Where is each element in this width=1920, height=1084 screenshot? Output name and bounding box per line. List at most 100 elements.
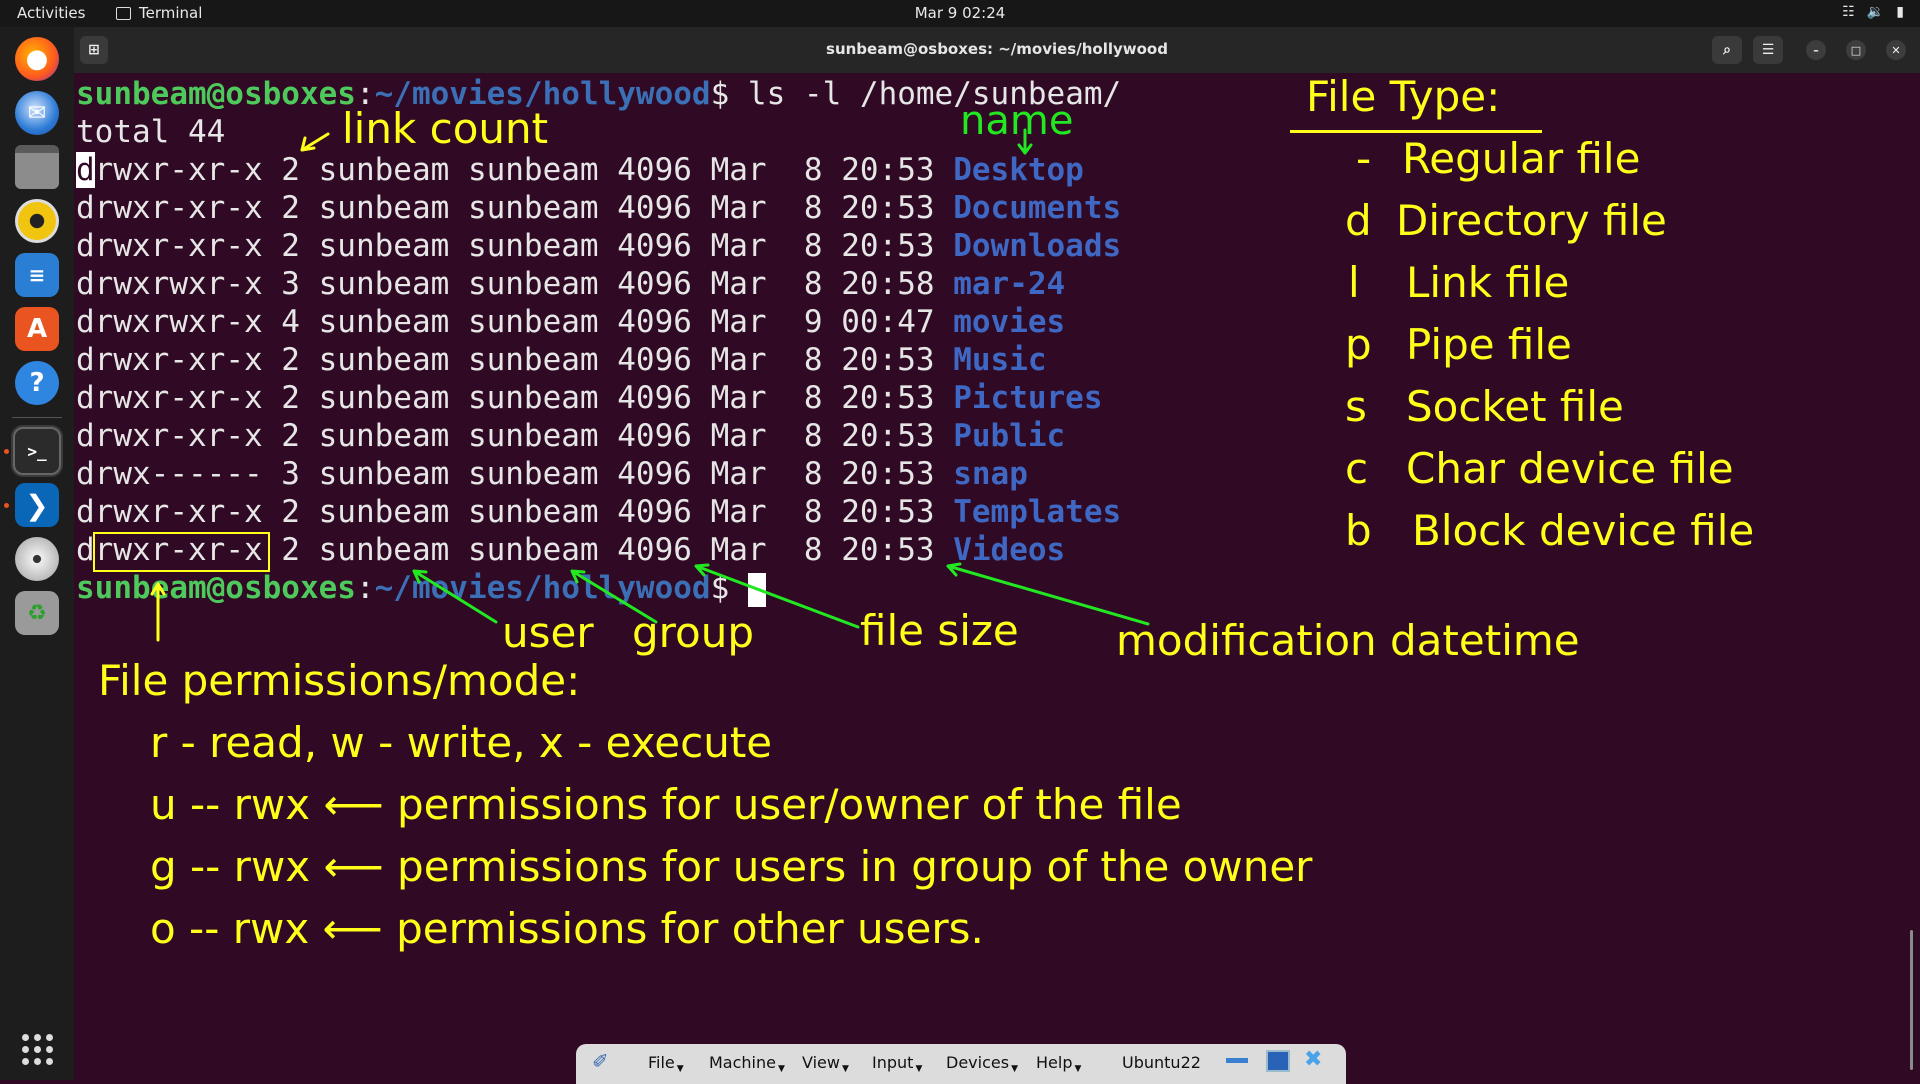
dock-show-apps[interactable]	[11, 1023, 63, 1075]
terminal-small-icon	[116, 6, 131, 20]
hamburger-icon: ☰	[1761, 42, 1775, 58]
volume-icon: 🔉	[1866, 4, 1885, 20]
file-type-title: File Type:	[1306, 72, 1501, 121]
dock-terminal[interactable]: >_	[4, 425, 63, 477]
file-type-char: d	[76, 152, 95, 188]
dir-name: Templates	[953, 494, 1122, 530]
file-type-symbol: b	[1345, 506, 1372, 555]
dock-thunderbird[interactable]: ✉	[11, 87, 63, 139]
file-type-symbol: c	[1345, 444, 1369, 493]
file-type-char: d	[76, 266, 95, 302]
maximize-button[interactable]: □	[1846, 40, 1866, 60]
file-type-char: d	[76, 190, 95, 226]
dir-name: mar-24	[953, 266, 1066, 302]
dock-rhythmbox[interactable]	[11, 195, 63, 247]
file-type-desc: Block device file	[1412, 506, 1755, 555]
close-button[interactable]: ✕	[1886, 40, 1906, 60]
vscode-icon: ❯	[15, 483, 59, 527]
dir-name: Desktop	[953, 152, 1084, 188]
menu-machine[interactable]: Machine ▼	[709, 1053, 785, 1074]
menu-help[interactable]: Help ▼	[1036, 1053, 1081, 1074]
file-type-symbol: d	[1345, 196, 1372, 245]
terminal-icon: >_	[13, 427, 61, 475]
minimize-vm-icon[interactable]	[1226, 1058, 1248, 1063]
file-type-desc: Socket file	[1406, 382, 1624, 431]
terminal-scrollbar[interactable]	[1910, 930, 1913, 1070]
thunderbird-icon: ✉	[15, 91, 59, 135]
pin-icon[interactable]: ✐	[592, 1049, 609, 1073]
menu-file[interactable]: File ▼	[648, 1053, 684, 1074]
link-count-label: link count	[342, 104, 549, 153]
chevron-down-icon: ▼	[777, 1064, 785, 1074]
dock-files[interactable]	[11, 141, 63, 193]
system-tray[interactable]: ☷ 🔉 ▮	[1842, 4, 1904, 20]
permissions-highlight-box	[93, 532, 270, 572]
new-tab-button[interactable]: ⊞	[80, 36, 108, 64]
dir-name: Pictures	[953, 380, 1103, 416]
chevron-down-icon: ▼	[1074, 1064, 1082, 1074]
dock-trash[interactable]: ♻	[11, 587, 63, 639]
file-type-char: d	[76, 380, 95, 416]
libreoffice-writer-icon: ≡	[15, 253, 59, 297]
total-line: total 44	[76, 114, 226, 150]
modification-datetime-label: modification datetime	[1116, 616, 1580, 665]
menu-input[interactable]: Input ▼	[872, 1053, 922, 1074]
listing-row: drwxr-xr-x 2 sunbeam sunbeam 4096 Mar 8 …	[76, 379, 1103, 417]
search-button[interactable]: ⌕	[1712, 36, 1742, 64]
maximize-icon: □	[1850, 43, 1862, 57]
listing-row: drwxrwxr-x 4 sunbeam sunbeam 4096 Mar 9 …	[76, 303, 1065, 341]
clock[interactable]: Mar 9 02:24	[915, 4, 1006, 22]
firefox-icon: ●	[15, 37, 59, 81]
menu-label: Machine	[709, 1053, 776, 1072]
dock-writer[interactable]: ≡	[11, 249, 63, 301]
trash-icon: ♻	[15, 591, 59, 635]
permissions-line: g -- rwx ⟵ permissions for users in grou…	[150, 842, 1313, 891]
row-details: rwx------ 3 sunbeam sunbeam 4096 Mar 8 2…	[94, 456, 954, 492]
close-vm-icon[interactable]: ✖	[1304, 1047, 1322, 1072]
permissions-line: u -- rwx ⟵ permissions for user/owner of…	[150, 780, 1182, 829]
file-type-char: d	[76, 418, 95, 454]
app-menu[interactable]: Terminal	[116, 4, 202, 22]
permissions-line: r - read, w - write, x - execute	[150, 718, 773, 767]
top-bar: Activities Terminal Mar 9 02:24 ☷ 🔉 ▮	[0, 0, 1920, 27]
network-icon: ☷	[1842, 4, 1855, 20]
file-type-char: d	[76, 532, 95, 568]
running-indicator	[4, 503, 9, 508]
menu-view[interactable]: View ▼	[802, 1053, 849, 1074]
dir-name: snap	[953, 456, 1028, 492]
prompt-colon: :	[355, 570, 375, 606]
file-type-desc: Directory file	[1396, 196, 1667, 245]
file-type-desc: Link file	[1406, 258, 1570, 307]
file-type-symbol: s	[1345, 382, 1367, 431]
listing-row: drwxr-xr-x 2 sunbeam sunbeam 4096 Mar 8 …	[76, 341, 1047, 379]
prompt-user: sunbeam@osboxes	[76, 76, 356, 112]
dock-dvd[interactable]	[11, 533, 63, 585]
row-details: rwxrwxr-x 3 sunbeam sunbeam 4096 Mar 8 2…	[94, 266, 954, 302]
menu-label: File	[648, 1053, 675, 1072]
minimize-button[interactable]: –	[1806, 40, 1826, 60]
dock-firefox[interactable]: ●	[11, 33, 63, 85]
file-type-symbol: l	[1348, 258, 1360, 307]
dir-name: Downloads	[953, 228, 1122, 264]
window-mode-icon[interactable]	[1266, 1050, 1290, 1072]
listing-row: drwxrwxr-x 3 sunbeam sunbeam 4096 Mar 8 …	[76, 265, 1065, 303]
window-header: ⊞ sunbeam@osboxes: ~/movies/hollywood ⌕ …	[74, 27, 1920, 73]
listing-row: drwxr-xr-x 2 sunbeam sunbeam 4096 Mar 8 …	[76, 189, 1121, 227]
file-type-symbol: -	[1356, 134, 1372, 183]
menu-label: View	[802, 1053, 840, 1072]
file-type-desc: Char device file	[1406, 444, 1734, 493]
dock-app-center[interactable]: A	[11, 303, 63, 355]
file-type-char: d	[76, 456, 95, 492]
chevron-down-icon: ▼	[915, 1064, 923, 1074]
activities-button[interactable]: Activities	[17, 4, 85, 22]
virtualbox-menubar: ✐ File ▼ Machine ▼ View ▼ Input ▼ Devices ▼ H…	[576, 1044, 1346, 1084]
user-label: user	[502, 608, 594, 657]
dock-vscode[interactable]: ❯	[4, 479, 63, 531]
menu-button[interactable]: ☰	[1753, 36, 1783, 64]
listing-row: drwxr-xr-x 2 sunbeam sunbeam 4096 Mar 8 …	[76, 417, 1065, 455]
file-type-char: d	[76, 228, 95, 264]
menu-devices[interactable]: Devices ▼	[946, 1053, 1018, 1074]
row-details: rwxr-xr-x 2 sunbeam sunbeam 4096 Mar 8 2…	[94, 494, 954, 530]
dvd-icon	[15, 537, 59, 581]
dock-help[interactable]: ?	[11, 357, 63, 409]
